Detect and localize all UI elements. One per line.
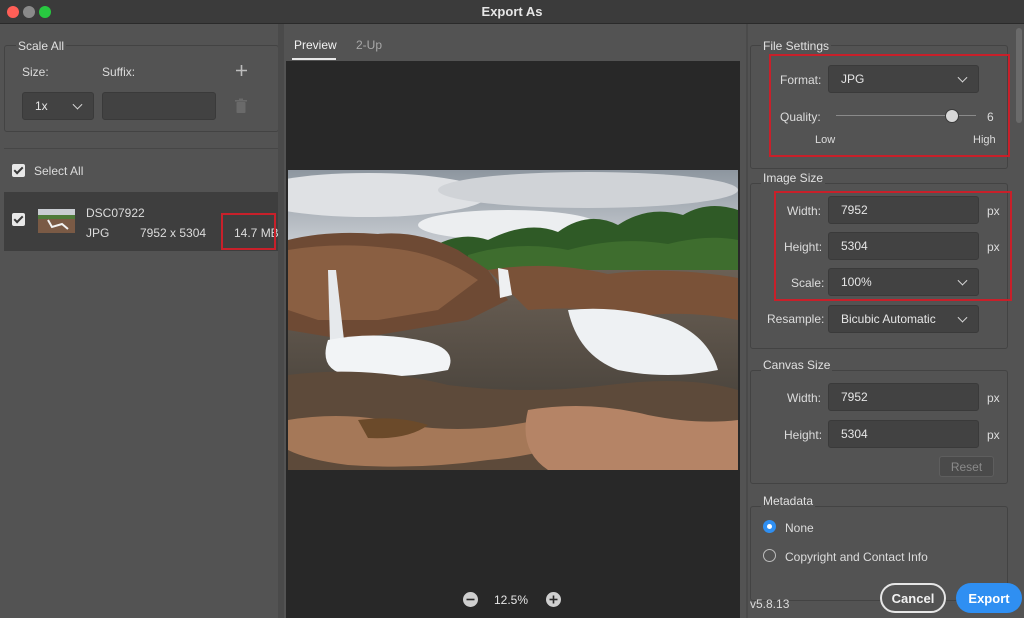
scale-all-title: Scale All xyxy=(16,39,67,53)
asset-dimensions: 7952 x 5304 xyxy=(140,226,207,240)
metadata-copyright-label: Copyright and Contact Info xyxy=(785,550,928,564)
reset-button[interactable]: Reset xyxy=(939,456,994,477)
image-height-input[interactable]: 5304 xyxy=(828,232,979,260)
scale-select-value: 100% xyxy=(841,275,872,289)
zoom-in-icon[interactable] xyxy=(546,592,561,607)
right-panel: File Settings Format: JPG Quality: 6 Low… xyxy=(746,24,1024,618)
version-label: v5.8.13 xyxy=(750,597,790,611)
scale-select[interactable]: 100% xyxy=(828,268,979,296)
center-panel: Preview 2-Up 12.5% xyxy=(284,24,746,618)
select-all-label: Select All xyxy=(34,164,84,178)
canvas-height-unit: px xyxy=(987,428,1000,442)
metadata-none-label: None xyxy=(785,521,814,535)
tab-underline xyxy=(292,58,336,60)
export-button-label: Export xyxy=(968,590,1010,606)
export-button[interactable]: Export xyxy=(956,583,1022,613)
format-label: Format: xyxy=(780,73,822,87)
chevron-down-icon xyxy=(957,312,968,323)
quality-label: Quality: xyxy=(780,110,821,124)
title-bar: Export As xyxy=(0,0,1024,24)
scale-label: Scale: xyxy=(791,276,825,290)
tab-2up-label: 2-Up xyxy=(356,38,383,52)
scrollbar[interactable] xyxy=(1016,28,1022,123)
size-select[interactable]: 1x xyxy=(22,92,94,120)
canvas-width-input[interactable]: 7952 xyxy=(828,383,979,411)
trash-icon[interactable] xyxy=(234,98,248,114)
format-select[interactable]: JPG xyxy=(828,65,979,93)
metadata-copyright-radio[interactable] xyxy=(763,549,776,562)
cancel-button[interactable]: Cancel xyxy=(880,583,946,613)
chevron-down-icon xyxy=(957,72,968,83)
canvas-width-unit: px xyxy=(987,391,1000,405)
image-size-title: Image Size xyxy=(761,171,826,185)
resample-label: Resample: xyxy=(767,312,825,326)
preview-canvas xyxy=(286,61,740,618)
asset-checkbox[interactable] xyxy=(12,213,25,226)
file-settings-group xyxy=(750,45,1008,169)
quality-value: 6 xyxy=(987,110,994,124)
quality-high-label: High xyxy=(973,134,996,146)
chevron-down-icon xyxy=(72,99,83,110)
reset-button-label: Reset xyxy=(950,459,983,474)
select-all-checkbox[interactable] xyxy=(12,164,25,177)
canvas-size-title: Canvas Size xyxy=(761,358,833,372)
window-title: Export As xyxy=(481,4,543,19)
image-height-unit: px xyxy=(987,240,1000,254)
right-panel-edge xyxy=(746,24,748,618)
add-icon[interactable] xyxy=(235,64,248,77)
chevron-down-icon xyxy=(957,275,968,286)
canvas-width-label: Width: xyxy=(787,391,822,405)
tab-preview[interactable]: Preview xyxy=(294,38,337,52)
tab-2up[interactable]: 2-Up xyxy=(356,38,382,52)
canvas-height-input[interactable]: 5304 xyxy=(828,420,979,448)
cancel-button-label: Cancel xyxy=(891,590,935,606)
zoom-level: 12.5% xyxy=(494,593,529,607)
asset-row[interactable]: DSC07922 JPG 7952 x 5304 14.7 MB xyxy=(4,192,279,251)
asset-file-size: 14.7 MB xyxy=(234,226,279,240)
file-settings-title: File Settings xyxy=(761,39,832,53)
resample-select[interactable]: Bicubic Automatic xyxy=(828,305,979,333)
tab-preview-label: Preview xyxy=(294,38,337,52)
image-width-input[interactable]: 7952 xyxy=(828,196,979,224)
suffix-input[interactable] xyxy=(102,92,216,120)
metadata-none-radio[interactable] xyxy=(763,520,776,533)
asset-format: JPG xyxy=(86,226,110,240)
image-width-label: Width: xyxy=(787,204,822,218)
metadata-title: Metadata xyxy=(761,494,816,508)
quality-slider[interactable] xyxy=(836,108,976,124)
canvas-height-label: Height: xyxy=(784,428,823,442)
image-width-unit: px xyxy=(987,204,1000,218)
divider xyxy=(4,148,279,149)
size-label: Size: xyxy=(22,65,49,79)
quality-slider-thumb[interactable] xyxy=(945,109,960,123)
preview-image xyxy=(288,170,738,470)
size-select-value: 1x xyxy=(35,99,48,113)
format-select-value: JPG xyxy=(841,72,865,86)
asset-name: DSC07922 xyxy=(86,206,145,220)
zoom-out-icon[interactable] xyxy=(463,592,478,607)
left-panel: Scale All Size: Suffix: 1x Select All DS… xyxy=(0,24,284,618)
suffix-label: Suffix: xyxy=(102,65,136,79)
resample-select-value: Bicubic Automatic xyxy=(841,312,936,326)
quality-low-label: Low xyxy=(815,134,836,146)
asset-thumbnail xyxy=(38,209,75,233)
image-height-label: Height: xyxy=(784,240,823,254)
